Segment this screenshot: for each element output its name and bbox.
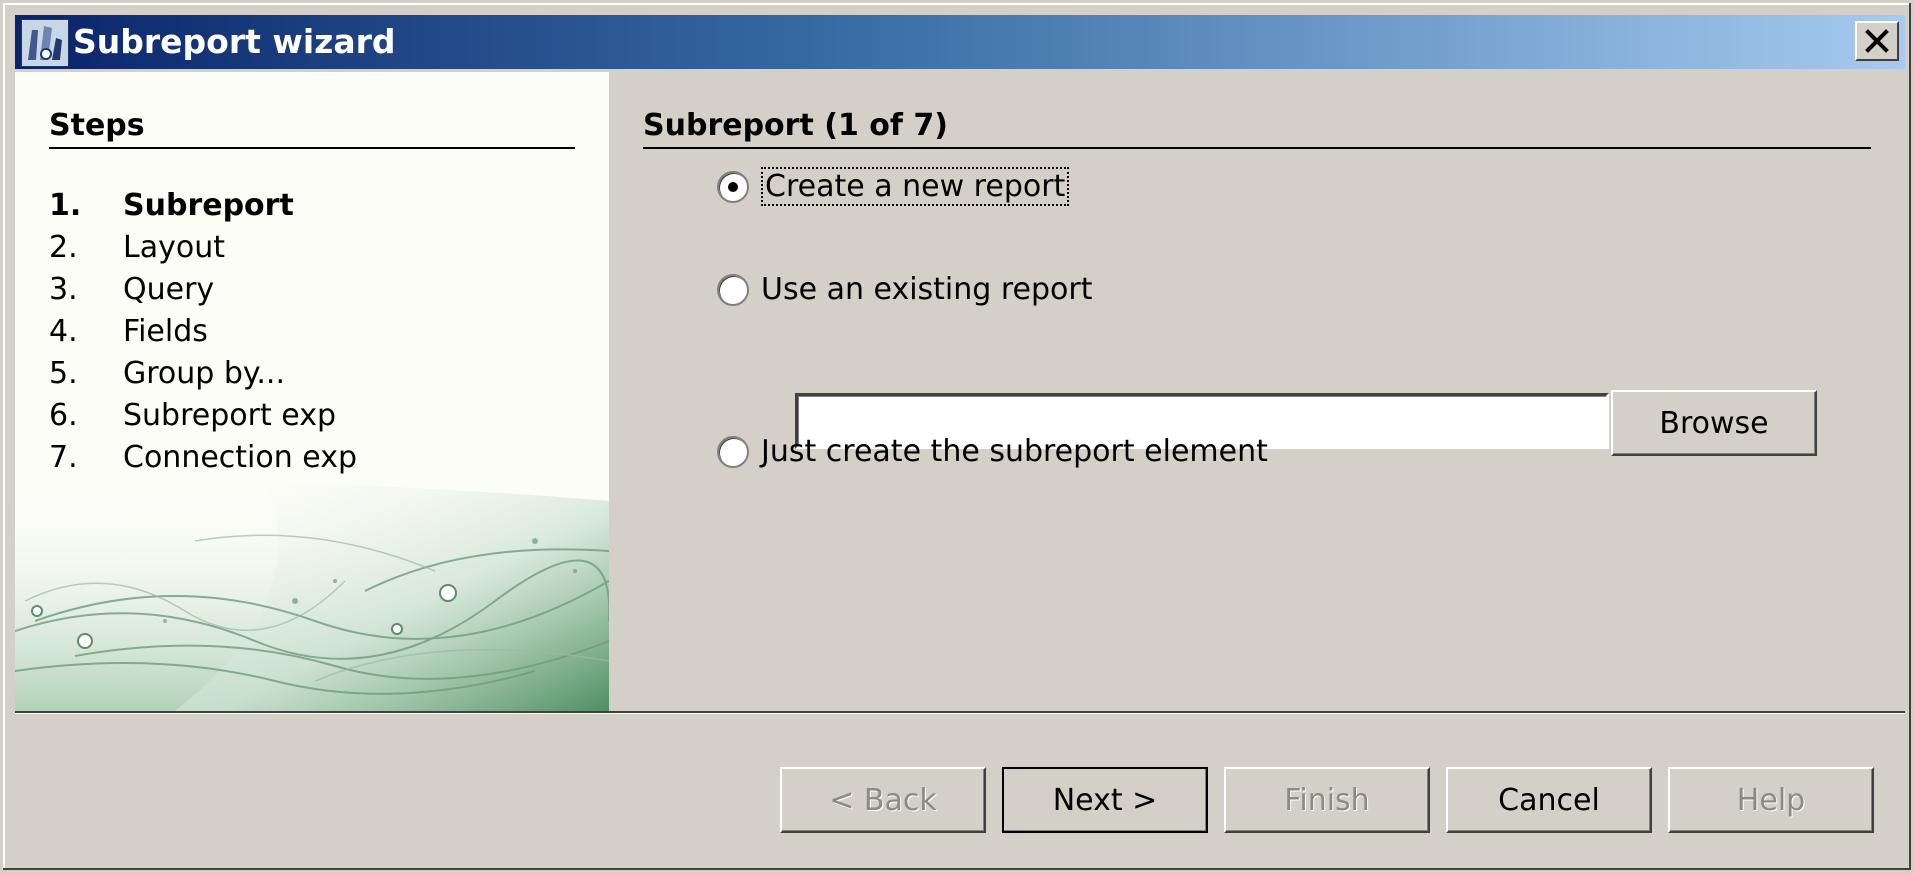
create-new-report-option[interactable]: Create a new report [717, 167, 1070, 206]
steps-panel: Steps 1. Subreport 2. Layout 3. Query 4. Fie… [15, 72, 609, 711]
step-number: 3. [49, 272, 78, 307]
wave-decoration [15, 481, 609, 711]
next-button[interactable]: Next > [1002, 767, 1208, 833]
radio-selected-dot [728, 181, 738, 192]
step-item-fields: 4. Fields [49, 311, 357, 353]
finish-button[interactable]: Finish [1224, 767, 1430, 833]
step-label: Fields [123, 314, 208, 349]
steps-heading: Steps [49, 108, 575, 149]
wizard-app-icon [21, 19, 69, 67]
create-new-report-label[interactable]: Create a new report [761, 167, 1070, 206]
use-existing-report-option[interactable]: Use an existing report [717, 272, 1092, 307]
step-label: Layout [123, 230, 225, 265]
footer-separator [15, 711, 1905, 714]
step-label: Group by... [123, 356, 285, 391]
subreport-wizard-window: Subreport wizard Steps 1. Subreport 2. Lay… [0, 0, 1914, 873]
step-item-layout: 2. Layout [49, 227, 357, 269]
step-item-connection-exp: 7. Connection exp [49, 437, 357, 479]
step-label: Subreport exp [123, 398, 336, 433]
step-list: 1. Subreport 2. Layout 3. Query 4. Fields 5.… [49, 185, 357, 479]
help-button[interactable]: Help [1668, 767, 1874, 833]
step-number: 4. [49, 314, 78, 349]
step-number: 2. [49, 230, 78, 265]
back-button[interactable]: < Back [780, 767, 986, 833]
step-label: Query [123, 272, 215, 307]
step-item-group-by: 5. Group by... [49, 353, 357, 395]
step-number: 6. [49, 398, 78, 433]
step-number: 1. [49, 188, 82, 223]
step-item-subreport-exp: 6. Subreport exp [49, 395, 357, 437]
window-title: Subreport wizard [73, 22, 396, 61]
close-icon [1865, 29, 1889, 53]
step-item-subreport: 1. Subreport [49, 185, 357, 227]
close-button[interactable] [1855, 21, 1899, 61]
title-bar[interactable]: Subreport wizard [15, 15, 1905, 69]
step-label: Connection exp [123, 440, 358, 475]
use-existing-report-label[interactable]: Use an existing report [761, 272, 1092, 307]
step-number: 7. [49, 440, 78, 475]
just-create-element-option[interactable]: Just create the subreport element [717, 434, 1268, 469]
browse-button[interactable]: Browse [1611, 390, 1817, 456]
create-new-report-radio[interactable] [717, 170, 749, 203]
step-number: 5. [49, 356, 78, 391]
just-create-element-label[interactable]: Just create the subreport element [761, 434, 1268, 469]
step-label: Subreport [123, 188, 294, 223]
use-existing-report-radio[interactable] [717, 273, 749, 306]
step-item-query: 3. Query [49, 269, 357, 311]
cancel-button[interactable]: Cancel [1446, 767, 1652, 833]
main-panel: Subreport (1 of 7) Create a new report U… [609, 72, 1905, 711]
just-create-element-radio[interactable] [717, 435, 749, 468]
section-heading: Subreport (1 of 7) [643, 108, 1871, 149]
